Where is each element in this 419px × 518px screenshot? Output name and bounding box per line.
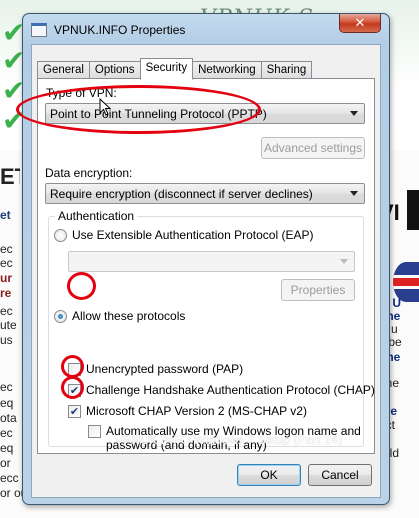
tab-strip: General Options Security Networking Shar… (37, 57, 313, 80)
chevron-down-icon (340, 259, 348, 264)
data-encryption-select[interactable]: Require encryption (disconnect if server… (45, 183, 365, 204)
chap-checkbox[interactable]: ✔ (68, 384, 81, 397)
mschapv2-label[interactable]: Microsoft CHAP Version 2 (MS-CHAP v2) (86, 404, 307, 418)
arrow-cursor-icon (99, 98, 111, 116)
tab-security[interactable]: Security (139, 58, 194, 80)
allow-protocols-radio[interactable] (54, 310, 67, 323)
background-left-text: re (0, 286, 12, 300)
tab-options[interactable]: Options (88, 61, 141, 79)
background-left-text: ecc (0, 471, 19, 485)
network-connection-icon (31, 23, 47, 37)
chap-label[interactable]: Challenge Handshake Authentication Proto… (86, 383, 375, 397)
watermark-caption: VPNUK.INFO Windows 7 Setup (Part 14) (115, 433, 343, 447)
background-left-text: ota (0, 411, 17, 425)
close-icon: ✕ (354, 15, 366, 31)
background-left-text: eq (0, 441, 14, 455)
background-left-text: ec (0, 426, 13, 440)
title-bar[interactable]: VPNUK.INFO Properties ✕ (23, 14, 389, 44)
tab-sharing[interactable]: Sharing (260, 61, 313, 79)
cancel-button[interactable]: Cancel (308, 464, 372, 486)
background-left-text: ec (0, 304, 13, 318)
tab-networking[interactable]: Networking (192, 61, 262, 79)
mschapv2-checkbox[interactable]: ✔ (68, 405, 81, 418)
vpn-type-value: Point to Point Tunneling Protocol (PPTP) (50, 107, 267, 121)
background-left-text: ute (0, 318, 17, 332)
eap-radio[interactable] (54, 229, 67, 242)
pap-label[interactable]: Unencrypted password (PAP) (86, 362, 243, 376)
authentication-group-title: Authentication (55, 209, 138, 223)
allow-protocols-label[interactable]: Allow these protocols (72, 309, 185, 323)
window-title: VPNUK.INFO Properties (54, 23, 186, 37)
vpn-type-select[interactable]: Point to Point Tunneling Protocol (PPTP) (45, 103, 365, 124)
chevron-down-icon (350, 191, 358, 196)
background-left-text: et (0, 208, 11, 222)
data-encryption-value: Require encryption (disconnect if server… (50, 187, 313, 201)
eap-radio-label[interactable]: Use Extensible Authentication Protocol (… (72, 228, 313, 242)
background-left-text: us (0, 333, 13, 347)
background-left-text: ec (0, 242, 13, 256)
eap-properties-button[interactable]: Properties (281, 279, 355, 301)
background-left-text: or (0, 456, 11, 470)
eap-method-select[interactable] (68, 251, 355, 272)
background-left-text: ur (0, 271, 12, 285)
ok-button[interactable]: OK (237, 464, 301, 486)
dialog-client-area: General Options Security Networking Shar… (31, 44, 381, 498)
background-left-heading: ET (0, 164, 20, 189)
properties-dialog: VPNUK.INFO Properties ✕ General Options … (22, 13, 390, 505)
security-tab-panel: Type of VPN: Point to Point Tunneling Pr… (37, 78, 375, 454)
background-left-text: eq (0, 396, 14, 410)
tab-general[interactable]: General (37, 61, 90, 79)
background-left-text: ec (0, 380, 13, 394)
data-encryption-label: Data encryption: (45, 166, 133, 180)
advanced-settings-button[interactable]: Advanced settings (261, 137, 365, 159)
background-left-text: ec (0, 256, 13, 270)
pap-checkbox[interactable] (68, 363, 81, 376)
chevron-down-icon (350, 111, 358, 116)
authentication-groupbox: Authentication Use Extensible Authentica… (48, 209, 375, 452)
auto-logon-checkbox[interactable] (88, 425, 101, 438)
close-button[interactable]: ✕ (339, 14, 381, 33)
